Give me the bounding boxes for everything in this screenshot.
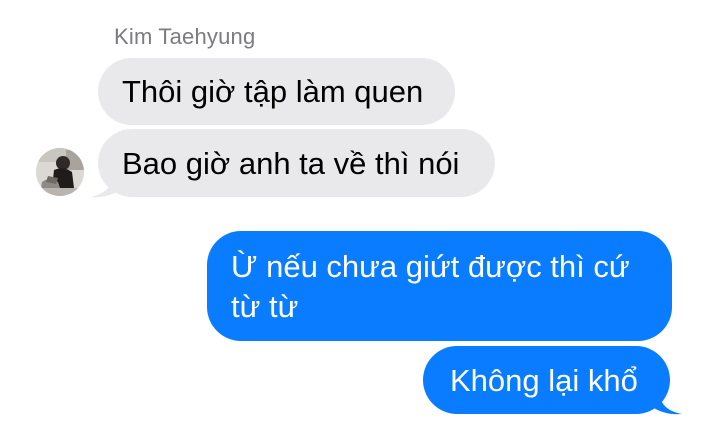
incoming-message-bubble[interactable]: Bao giờ anh ta về thì nói — [98, 129, 495, 197]
sender-name: Kim Taehyung — [114, 24, 256, 49]
avatar-photo-icon — [36, 148, 84, 196]
outgoing-message-bubble[interactable]: Không lại khổ — [423, 346, 670, 414]
outgoing-message-bubble[interactable]: Ừ nếu chưa giứt được thì cứ từ từ — [207, 231, 672, 341]
incoming-message-bubble[interactable]: Thôi giờ tập làm quen — [98, 58, 455, 125]
contact-avatar[interactable] — [36, 148, 84, 196]
message-thread: Kim Taehyung Thôi giờ tập làm quen Bao g… — [0, 0, 720, 446]
